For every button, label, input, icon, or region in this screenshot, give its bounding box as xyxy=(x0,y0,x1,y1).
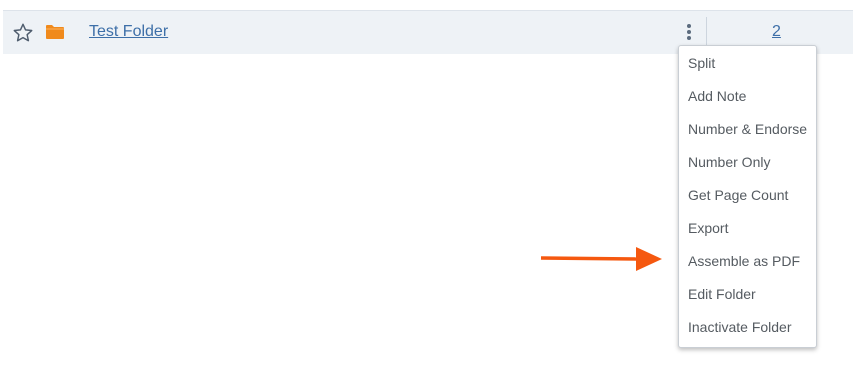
arrow-right-icon xyxy=(540,246,664,272)
document-count-link[interactable]: 2 xyxy=(772,23,781,41)
menu-item-edit-folder[interactable]: Edit Folder xyxy=(679,279,816,312)
menu-item-number-only[interactable]: Number Only xyxy=(679,147,816,180)
menu-item-number-endorse[interactable]: Number & Endorse xyxy=(679,114,816,147)
menu-item-get-page-count[interactable]: Get Page Count xyxy=(679,180,816,213)
more-options-icon[interactable] xyxy=(683,22,695,44)
menu-item-inactivate-folder[interactable]: Inactivate Folder xyxy=(679,312,816,345)
menu-item-assemble-pdf[interactable]: Assemble as PDF xyxy=(679,246,816,279)
folder-name-link[interactable]: Test Folder xyxy=(89,23,168,41)
menu-item-split[interactable]: Split xyxy=(679,48,816,81)
star-icon[interactable] xyxy=(12,22,34,44)
folder-actions-menu: Split Add Note Number & Endorse Number O… xyxy=(678,45,817,348)
folder-icon xyxy=(45,23,65,41)
menu-item-add-note[interactable]: Add Note xyxy=(679,81,816,114)
menu-item-export[interactable]: Export xyxy=(679,213,816,246)
